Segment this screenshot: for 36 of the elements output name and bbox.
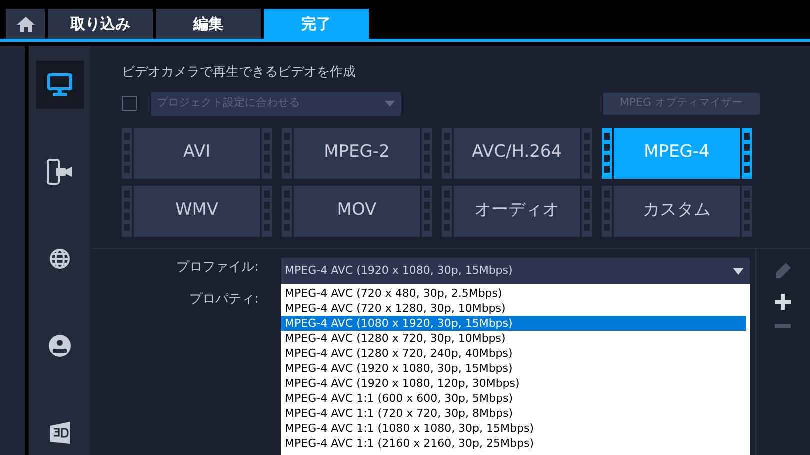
format-tile[interactable]: MPEG-2 — [282, 128, 432, 178]
dropdown-option[interactable]: MPEG-4 AVC 1:1 (600 x 600, 30p, 5Mbps) — [281, 391, 746, 406]
properties-label: プロパティ: — [190, 290, 259, 308]
format-tile[interactable]: WMV — [122, 186, 272, 236]
home-icon — [16, 16, 34, 32]
dropdown-option[interactable]: MPEG-4 AVC (1280 x 720, 30p, 10Mbps) — [281, 331, 746, 346]
dropdown-option[interactable]: MPEG-4 AVC (1920 x 1080, 120p, 30Mbps) — [281, 376, 746, 391]
phone-camera-icon — [46, 159, 74, 185]
dropdown-option[interactable]: MPEG-4 AVC 1:1 (720 x 720, 30p, 8Mbps) — [281, 406, 746, 421]
format-tile[interactable]: カスタム — [602, 186, 752, 236]
disc-icon — [48, 334, 72, 358]
format-tile[interactable]: オーディオ — [442, 186, 592, 236]
dropdown-option[interactable]: MPEG-4 AVC (720 x 480, 30p, 2.5Mbps) — [281, 286, 746, 301]
home-tab[interactable] — [6, 9, 45, 39]
cube-3d-icon — [48, 421, 72, 445]
profile-label: プロファイル: — [176, 259, 259, 277]
dropdown-value: MPEG-4 AVC (1920 x 1080, 30p, 15Mbps) — [285, 262, 513, 279]
dropdown-option[interactable]: MPEG-4 AVC (1080 x 1920, 30p, 15Mbps) — [281, 316, 746, 331]
monitor-icon — [46, 73, 72, 97]
dropdown-option[interactable]: MPEG-4 AVC 1:1 (2160 x 2160, 30p, 25Mbps) — [281, 436, 746, 451]
tab[interactable]: 編集 — [156, 9, 261, 39]
tab[interactable]: 取り込み — [48, 9, 153, 39]
plus-icon[interactable] — [774, 294, 790, 310]
globe-icon — [48, 248, 70, 270]
caret-icon — [385, 100, 395, 106]
dropdown-option[interactable]: MPEG-4 AVC (1920 x 1080, 30p, 15Mbps) — [281, 361, 746, 376]
format-tile[interactable]: MOV — [282, 186, 432, 236]
dropdown-option[interactable]: MPEG-4 AVC 1:1 (1080 x 1080, 30p, 15Mbps) — [281, 421, 746, 436]
caret-icon — [733, 268, 744, 274]
format-tile[interactable]: AVC/H.264 — [442, 128, 592, 178]
heading: ビデオカメラで再生できるビデオを作成 — [122, 64, 357, 82]
dropdown-option[interactable]: MPEG-4 AVC (720 x 1280, 30p, 10Mbps) — [281, 301, 746, 316]
sidebar-item[interactable] — [36, 61, 84, 109]
dropdown-option[interactable]: MPEG-4 AVC (1280 x 720, 240p, 40Mbps) — [281, 346, 746, 361]
format-tile[interactable]: AVI — [122, 128, 272, 178]
profile-dropdown[interactable]: MPEG-4 AVC (1920 x 1080, 30p, 15Mbps) — [281, 258, 750, 284]
